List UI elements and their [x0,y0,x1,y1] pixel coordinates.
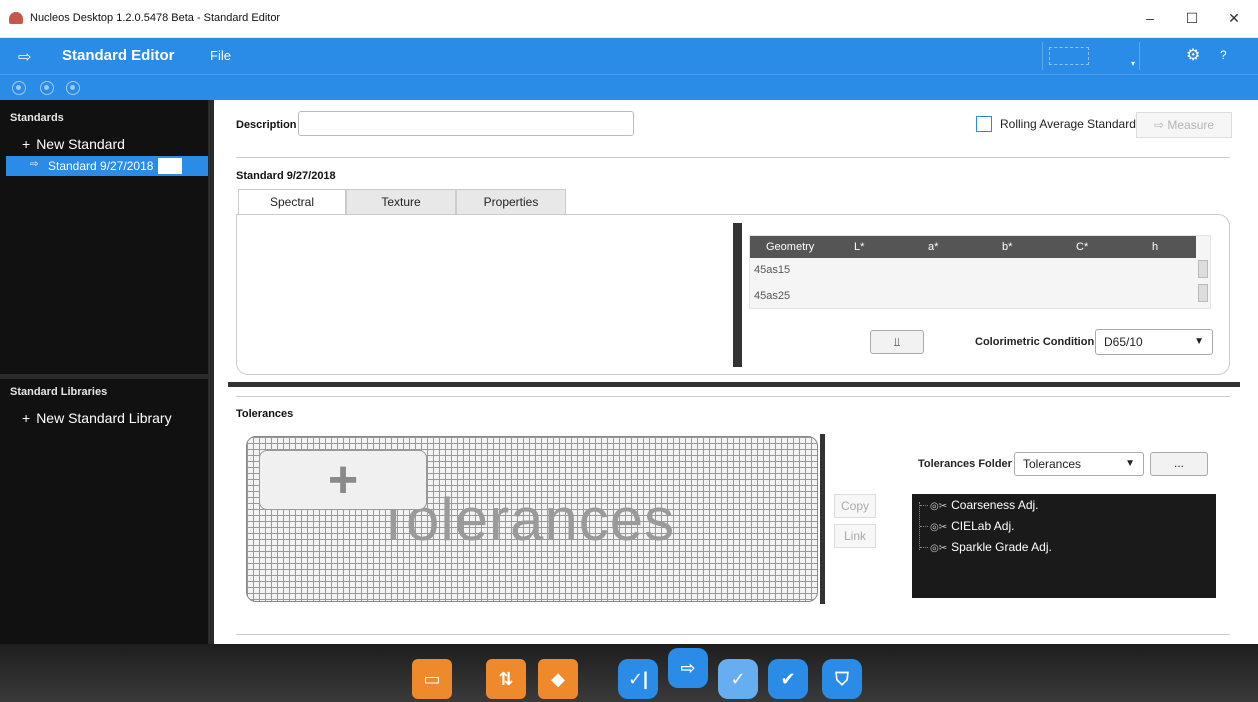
sidebar: Standards + New Standard ⇨ Standard 9/27/… [0,100,208,644]
gear-icon[interactable]: ⚙ [1186,45,1200,65]
plot-button[interactable]: ⫫ [870,330,924,354]
plus-icon: + [22,410,31,426]
instrument-icon [1049,47,1089,65]
tolerances-folder-select[interactable]: Tolerances ▼ [1014,452,1144,476]
minimize-button[interactable]: – [1130,6,1170,30]
maximize-button[interactable]: ☐ [1172,6,1212,30]
description-input[interactable] [298,111,634,136]
new-library-button[interactable]: + New Standard Library [22,410,172,426]
chevron-down-icon: ▼ [1194,336,1204,347]
column-header[interactable]: b* [1002,241,1012,253]
standard-icon: ⇨ [30,159,39,170]
app-title: Standard Editor [62,47,175,64]
window-title: Nucleos Desktop 1.2.0.5478 Beta - Standa… [30,12,281,24]
check-icon[interactable]: ✔ [768,659,808,699]
scrollbar-thumb[interactable] [1198,284,1208,302]
measure-icon[interactable] [12,81,26,95]
measure-button[interactable]: ⇨ Measure [1136,112,1232,138]
tolerance-label: Sparkle Grade Adj. [951,540,1052,554]
description-label: Description [236,119,297,131]
tolerance-icon: ◎✂ [930,522,948,533]
close-button[interactable]: ✕ [1214,6,1254,30]
file-menu[interactable]: File [210,48,231,63]
sidebar-item-standard[interactable]: ⇨ Standard 9/27/2018 [6,156,208,176]
panel-splitter[interactable] [733,223,742,367]
verify-icon[interactable]: ✓ [718,659,758,699]
browse-button[interactable]: ... [1150,452,1208,476]
colorimetric-table: Geometry L* a* b* C* h 45as15 45as25 [749,235,1211,309]
divider [236,634,1230,635]
column-header[interactable]: a* [928,241,938,253]
column-header[interactable]: L* [854,241,864,253]
rename-field[interactable] [158,158,182,174]
tab-spectral[interactable]: Spectral [238,189,346,215]
main-panel: Description Rolling Average Standard ⇨ M… [214,100,1258,644]
tolerance-icon: ◎✂ [930,501,948,512]
import-folder-icon[interactable]: ⇅ [486,659,526,699]
table-header: Geometry L* a* b* C* h [750,236,1196,258]
nucleos-logo-icon[interactable]: ⇨ [18,47,31,67]
new-standard-button[interactable]: + New Standard [22,136,125,152]
rolling-average-checkbox[interactable] [976,116,992,132]
folder-icon[interactable]: ▭ [412,659,452,699]
measure-label: Measure [1167,118,1215,132]
tolerances-drop-area[interactable]: Tolerances + [246,436,818,602]
shield-check-icon[interactable]: ⛉ [822,659,862,699]
divider [236,157,1230,158]
measure-batch-icon[interactable] [66,81,80,95]
column-header[interactable]: Geometry [766,241,814,253]
spectral-panel: Geometry L* a* b* C* h 45as15 45as25 ⫫ C… [236,214,1230,375]
device-selector[interactable]: ▾ [1042,42,1140,70]
colorimetric-condition-label: Colorimetric Condition: [975,336,1098,348]
app-logo-icon [9,12,23,24]
tolerances-splitter[interactable] [820,434,825,604]
tab-properties[interactable]: Properties [456,189,566,215]
compare-icon[interactable]: ✓| [618,659,658,699]
rolling-average-label: Rolling Average Standard [1000,117,1136,131]
list-item[interactable]: ◎✂ CIELab Adj. [920,519,1014,533]
horizontal-splitter[interactable] [228,382,1240,387]
link-button[interactable]: Link [834,524,876,548]
tolerance-label: Coarseness Adj. [951,498,1039,512]
colorimetric-condition-select[interactable]: D65/10 ▼ [1095,329,1213,355]
toolbar [0,74,1258,100]
standard-name: Standard 9/27/2018 [48,159,154,173]
tolerances-tree: ◎✂ Coarseness Adj. ◎✂ CIELab Adj. ◎✂ Sparkl… [912,494,1216,598]
tab-texture[interactable]: Texture [346,189,456,215]
tag-icon[interactable]: ◆ [538,659,578,699]
menu-bar: ⇨ Standard Editor File ▾ ⚙ ? [0,38,1258,74]
bottom-dock: ▭ ⇅ ◆ ✓| ⇨ ✓ ✔ ⛉ [0,644,1258,702]
standard-title: Standard 9/27/2018 [236,170,336,182]
divider [236,396,1230,397]
plus-icon: + [22,136,31,152]
column-header[interactable]: C* [1076,241,1088,253]
standards-heading: Standards [10,112,64,124]
tolerance-icon: ◎✂ [930,543,948,554]
window-titlebar: Nucleos Desktop 1.2.0.5478 Beta - Standa… [0,0,1258,38]
copy-button[interactable]: Copy [834,494,876,518]
tolerance-label: CIELab Adj. [951,519,1015,533]
list-item[interactable]: ◎✂ Coarseness Adj. [920,498,1039,512]
new-library-label: New Standard Library [36,410,172,426]
column-header[interactable]: h [1152,241,1158,253]
measure-average-icon[interactable] [40,81,54,95]
chevron-down-icon: ▾ [1130,59,1135,68]
new-standard-label: New Standard [36,136,125,152]
standard-icon[interactable]: ⇨ [668,648,708,688]
tolerances-heading: Tolerances [236,408,294,420]
table-row[interactable]: 45as15 [754,264,790,276]
add-tolerance-button[interactable]: + [259,450,427,510]
help-button[interactable]: ? [1220,48,1227,62]
folder-value: Tolerances [1023,457,1082,471]
condition-value: D65/10 [1104,335,1143,349]
libraries-heading: Standard Libraries [10,386,108,398]
tolerances-folder-label: Tolerances Folder [918,458,1012,470]
list-item[interactable]: ◎✂ Sparkle Grade Adj. [920,540,1052,554]
sidebar-divider[interactable] [0,374,208,379]
chevron-down-icon: ▼ [1125,458,1135,469]
scrollbar-thumb[interactable] [1198,260,1208,278]
table-row[interactable]: 45as25 [754,290,790,302]
